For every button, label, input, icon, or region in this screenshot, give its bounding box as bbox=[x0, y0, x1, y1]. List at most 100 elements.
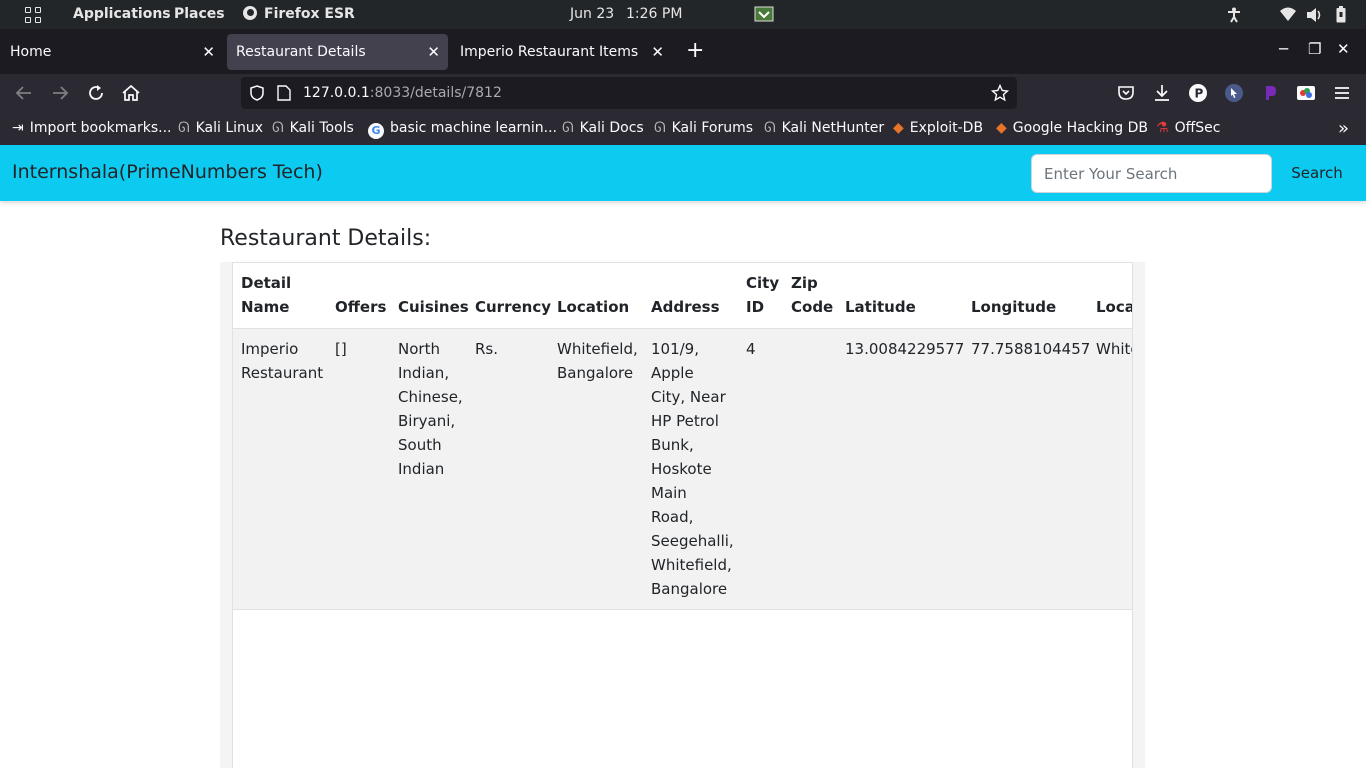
hamburger-menu-icon[interactable] bbox=[1332, 83, 1352, 103]
site-navbar: Internshala(PrimeNumbers Tech) Search bbox=[0, 145, 1366, 201]
pocket-icon[interactable] bbox=[1116, 83, 1136, 103]
bookmarks-overflow-icon[interactable]: » bbox=[1338, 112, 1349, 145]
close-tab-icon[interactable]: ✕ bbox=[651, 34, 664, 70]
bookmark-label: Import bookmarks... bbox=[29, 120, 172, 136]
column-header: Address bbox=[643, 263, 738, 329]
bookmark-ml[interactable]: Gbasic machine learnin... bbox=[368, 112, 557, 145]
applications-menu[interactable]: Applications bbox=[73, 0, 171, 29]
clock-date[interactable]: Jun 23 bbox=[570, 0, 614, 29]
downloads-icon[interactable] bbox=[1152, 83, 1172, 103]
column-header: Latitude bbox=[837, 263, 963, 329]
bookmark-star-icon[interactable] bbox=[991, 84, 1009, 102]
extension-color-icon[interactable] bbox=[1296, 83, 1316, 103]
import-icon: ⇥ bbox=[12, 120, 24, 136]
column-header: Cuisines bbox=[390, 263, 469, 329]
bookmark-label: Kali Tools bbox=[289, 120, 354, 136]
close-tab-icon[interactable]: ✕ bbox=[202, 34, 215, 70]
bookmarks-bar: ⇥ Import bookmarks... ᘏ Kali Linux ᘏ Kali T… bbox=[0, 112, 1366, 145]
cell-zip-code bbox=[783, 328, 837, 610]
places-menu[interactable]: Places bbox=[174, 0, 225, 29]
nav-toolbar: 127.0.0.1:8033/details/7812 P bbox=[0, 74, 1366, 112]
firefox-taskbar-item[interactable]: Firefox ESR bbox=[243, 0, 355, 29]
search-button[interactable]: Search bbox=[1281, 154, 1353, 193]
apps-grid-icon[interactable] bbox=[25, 7, 41, 23]
extension-cursor-icon[interactable] bbox=[1224, 83, 1244, 103]
svg-text:P: P bbox=[1195, 87, 1204, 101]
back-icon[interactable] bbox=[14, 83, 34, 103]
display-icon[interactable] bbox=[754, 6, 774, 22]
shield-icon[interactable] bbox=[249, 85, 265, 101]
bookmark-label: Kali Forums bbox=[671, 120, 754, 136]
kali-dragon-icon: ᘏ bbox=[654, 120, 666, 136]
home-icon[interactable] bbox=[121, 83, 141, 103]
bookmark-label: Kali Linux bbox=[195, 120, 264, 136]
table-header-row: Detail Name Offers Cuisines Currency Loc… bbox=[233, 263, 1132, 329]
site-brand[interactable]: Internshala(PrimeNumbers Tech) bbox=[12, 161, 323, 183]
bookmark-import[interactable]: ⇥ Import bookmarks... bbox=[12, 112, 172, 145]
bookmark-kali-docs[interactable]: ᘏ Kali Docs bbox=[562, 112, 644, 145]
kali-dragon-icon: ᘏ bbox=[178, 120, 190, 136]
google-icon: G bbox=[368, 123, 384, 139]
reload-icon[interactable] bbox=[86, 83, 106, 103]
column-header: Currency bbox=[467, 263, 551, 329]
column-header: Local bbox=[1088, 263, 1132, 329]
table-container[interactable]: Detail Name Offers Cuisines Currency Loc… bbox=[232, 262, 1133, 768]
url-bar[interactable]: 127.0.0.1:8033/details/7812 bbox=[241, 77, 1017, 109]
column-header: Location bbox=[549, 263, 643, 329]
bookmark-label: OffSec bbox=[1174, 120, 1221, 136]
forward-icon[interactable] bbox=[50, 83, 70, 103]
column-header: Detail Name bbox=[233, 263, 327, 329]
bookmark-label: Kali Docs bbox=[579, 120, 644, 136]
cell-latitude: 13.0084229577 bbox=[837, 328, 964, 610]
kali-dragon-icon: ᘏ bbox=[764, 120, 776, 136]
column-header: Zip Code bbox=[783, 263, 837, 329]
bookmark-label: Exploit-DB bbox=[909, 120, 984, 136]
bookmark-exploit-db[interactable]: ◆ Exploit-DB bbox=[893, 112, 983, 145]
offsec-icon: ⚗ bbox=[1156, 120, 1169, 136]
bookmark-offsec[interactable]: ⚗ OffSec bbox=[1156, 112, 1220, 145]
details-panel: Detail Name Offers Cuisines Currency Loc… bbox=[220, 262, 1145, 768]
tab-home[interactable]: Home ✕ bbox=[1, 34, 223, 70]
tab-restaurant-details[interactable]: Restaurant Details ✕ bbox=[227, 34, 448, 70]
accessibility-icon[interactable] bbox=[1226, 7, 1242, 23]
kali-dragon-icon: ᘏ bbox=[562, 120, 574, 136]
page-icon[interactable] bbox=[277, 85, 291, 101]
firefox-taskbar-label: Firefox ESR bbox=[264, 6, 355, 22]
new-tab-icon[interactable]: + bbox=[686, 40, 704, 62]
cell-currency: Rs. bbox=[467, 328, 549, 610]
close-tab-icon[interactable]: ✕ bbox=[427, 34, 440, 70]
bookmark-kali-linux[interactable]: ᘏ Kali Linux bbox=[178, 112, 263, 145]
window-close-icon[interactable]: ✕ bbox=[1337, 40, 1350, 58]
restaurant-details-table: Detail Name Offers Cuisines Currency Loc… bbox=[233, 263, 1132, 610]
volume-icon[interactable] bbox=[1306, 7, 1323, 23]
battery-icon[interactable] bbox=[1336, 6, 1346, 23]
tab-title: Restaurant Details bbox=[236, 44, 366, 60]
cell-cuisines: North Indian, Chinese, Biryani, South In… bbox=[390, 328, 467, 610]
column-header: City ID bbox=[738, 263, 783, 329]
url-host: 127.0.0.1 bbox=[303, 85, 370, 101]
tab-strip: Home ✕ Restaurant Details ✕ Imperio Rest… bbox=[0, 29, 1366, 74]
column-header: Offers bbox=[327, 263, 390, 329]
tab-imperio-items[interactable]: Imperio Restaurant Items ✕ bbox=[451, 34, 672, 70]
bookmark-google-hacking-db[interactable]: ◆ Google Hacking DB bbox=[996, 112, 1148, 145]
system-panel: Applications Places Firefox ESR Jun 23 1… bbox=[0, 0, 1366, 29]
bookmark-kali-nethunter[interactable]: ᘏ Kali NetHunter bbox=[764, 112, 884, 145]
cell-name: Imperio Restaurant bbox=[233, 328, 327, 610]
profile-p-icon[interactable]: P bbox=[1188, 83, 1208, 103]
restore-icon[interactable]: ❐ bbox=[1308, 40, 1321, 58]
url-text[interactable]: 127.0.0.1:8033/details/7812 bbox=[303, 77, 502, 109]
search-input[interactable] bbox=[1031, 154, 1272, 193]
minimize-icon[interactable]: ─ bbox=[1279, 40, 1288, 58]
bookmark-kali-tools[interactable]: ᘏ Kali Tools bbox=[272, 112, 354, 145]
bookmark-kali-forums[interactable]: ᘏ Kali Forums bbox=[654, 112, 753, 145]
cell-address: 101/9, Apple City, Near HP Petrol Bunk, … bbox=[643, 328, 738, 610]
bookmark-label: basic machine learnin... bbox=[390, 120, 557, 136]
wifi-icon[interactable] bbox=[1279, 7, 1297, 22]
ghdb-icon: ◆ bbox=[996, 120, 1007, 136]
cell-locality: Whitefield bbox=[1088, 328, 1132, 610]
firefox-icon bbox=[243, 6, 257, 20]
column-header: Longitude bbox=[963, 263, 1088, 329]
table-row: Imperio Restaurant [] North Indian, Chin… bbox=[233, 328, 1132, 610]
clock-time[interactable]: 1:26 PM bbox=[626, 0, 682, 29]
extension-purple-icon[interactable] bbox=[1260, 83, 1280, 103]
